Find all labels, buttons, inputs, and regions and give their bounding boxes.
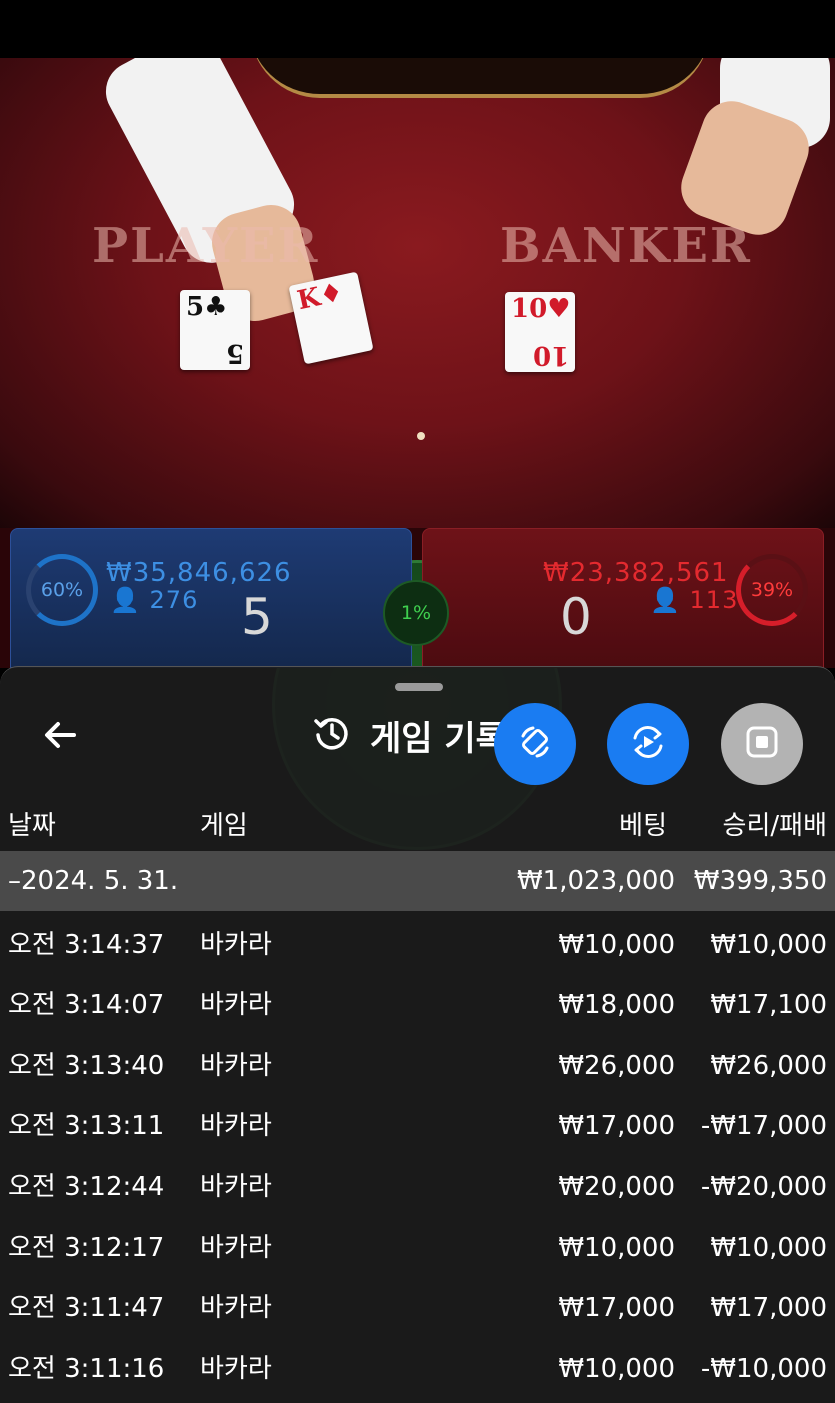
row-time: 오전 3:11:16	[8, 1354, 165, 1384]
row-bet: ₩17,000	[558, 1293, 675, 1323]
row-game: 바카라	[200, 1111, 272, 1141]
summary-date: –2024. 5. 31.	[8, 866, 179, 896]
row-time: 오전 3:13:11	[8, 1111, 165, 1141]
live-video: PLAYER BANKER 5♣ 5 K♦ 10♥ 10	[0, 58, 835, 528]
table-row[interactable]: 오전 3:12:17 바카라 ₩10,000 ₩10,000	[0, 1218, 835, 1278]
row-bet: ₩10,000	[558, 1233, 675, 1263]
player-table-label: PLAYER	[92, 218, 320, 274]
row-bet: ₩10,000	[558, 1354, 675, 1384]
stop-button[interactable]	[721, 703, 803, 785]
replay-button[interactable]	[607, 703, 689, 785]
row-result: -₩10,000	[700, 1354, 827, 1384]
row-time: 오전 3:14:37	[8, 930, 165, 960]
game-history-sheet: 게임 기록 날짜 게임 베팅 승리/패배 –2024. 5. 31. ₩1,02…	[0, 666, 835, 1403]
banker-table-label: BANKER	[500, 218, 752, 274]
banker-percent-ring: 39%	[736, 554, 808, 626]
player-score: 5	[241, 588, 273, 646]
row-game: 바카라	[200, 1172, 272, 1202]
row-bet: ₩26,000	[558, 1051, 675, 1081]
table-row[interactable]: 오전 3:12:44 바카라 ₩20,000 -₩20,000	[0, 1157, 835, 1217]
row-result: ₩10,000	[710, 1233, 827, 1263]
row-bet: ₩18,000	[558, 990, 675, 1020]
banker-card-1: 10♥ 10	[505, 292, 575, 372]
table-rim	[250, 58, 710, 98]
table-row[interactable]: 오전 3:11:47 바카라 ₩17,000 ₩17,000	[0, 1278, 835, 1338]
betting-area: 60% ₩35,846,626 👤 276 5 1% ₩23,382,561 👤…	[0, 528, 835, 850]
player-total-amount: ₩35,846,626	[106, 558, 292, 588]
row-game: 바카라	[200, 1293, 272, 1323]
status-bar	[0, 0, 835, 58]
row-result: ₩17,100	[710, 990, 827, 1020]
summary-result-total: ₩399,350	[693, 866, 827, 896]
column-header-bet: 베팅	[619, 811, 667, 841]
table-marker	[417, 432, 425, 440]
column-header-game: 게임	[200, 811, 248, 841]
column-header-date: 날짜	[8, 811, 56, 841]
rotate-screen-button[interactable]	[494, 703, 576, 785]
replay-icon	[627, 721, 669, 767]
history-title-group: 게임 기록	[312, 711, 507, 759]
column-header-result: 승리/패배	[722, 811, 827, 841]
player-card-2: K♦	[288, 271, 374, 365]
rotate-icon	[515, 722, 555, 766]
table-row[interactable]: 오전 3:11:16 바카라 ₩10,000 -₩10,000	[0, 1339, 835, 1399]
player-percent-ring: 60%	[26, 554, 98, 626]
row-time: 오전 3:14:07	[8, 990, 165, 1020]
user-icon: 👤	[110, 586, 141, 614]
table-row[interactable]: 오전 3:14:37 바카라 ₩10,000 ₩10,000	[0, 915, 835, 975]
row-game: 바카라	[200, 1354, 272, 1384]
row-bet: ₩10,000	[558, 930, 675, 960]
history-icon	[312, 713, 352, 757]
banker-count: 👤 113	[650, 586, 739, 614]
row-time: 오전 3:12:44	[8, 1172, 165, 1202]
table-row[interactable]: 오전 3:13:40 바카라 ₩26,000 ₩26,000	[0, 1036, 835, 1096]
row-game: 바카라	[200, 1233, 272, 1263]
row-result: -₩20,000	[700, 1172, 827, 1202]
tie-percent-ring: 1%	[383, 580, 449, 646]
table-row[interactable]: 오전 3:13:11 바카라 ₩17,000 -₩17,000	[0, 1096, 835, 1156]
row-bet: ₩20,000	[558, 1172, 675, 1202]
date-summary-row[interactable]: –2024. 5. 31. ₩1,023,000 ₩399,350	[0, 851, 835, 911]
row-time: 오전 3:12:17	[8, 1233, 165, 1263]
row-time: 오전 3:11:47	[8, 1293, 165, 1323]
row-game: 바카라	[200, 1051, 272, 1081]
row-time: 오전 3:13:40	[8, 1051, 165, 1081]
banker-score: 0	[560, 588, 592, 646]
player-card-1: 5♣ 5	[180, 290, 250, 370]
row-result: ₩10,000	[710, 930, 827, 960]
row-result: ₩26,000	[710, 1051, 827, 1081]
row-result: -₩17,000	[700, 1111, 827, 1141]
summary-bet-total: ₩1,023,000	[516, 866, 675, 896]
row-game: 바카라	[200, 990, 272, 1020]
row-game: 바카라	[200, 930, 272, 960]
page-title: 게임 기록	[370, 718, 507, 759]
stop-icon	[742, 722, 782, 766]
arrow-left-icon[interactable]	[40, 715, 80, 755]
table-row[interactable]: 오전 3:14:07 바카라 ₩18,000 ₩17,100	[0, 975, 835, 1035]
sheet-grabber[interactable]	[395, 683, 443, 691]
row-result: ₩17,000	[710, 1293, 827, 1323]
row-bet: ₩17,000	[558, 1111, 675, 1141]
banker-total-amount: ₩23,382,561	[543, 558, 729, 588]
user-icon: 👤	[650, 586, 681, 614]
player-count: 👤 276	[110, 586, 199, 614]
